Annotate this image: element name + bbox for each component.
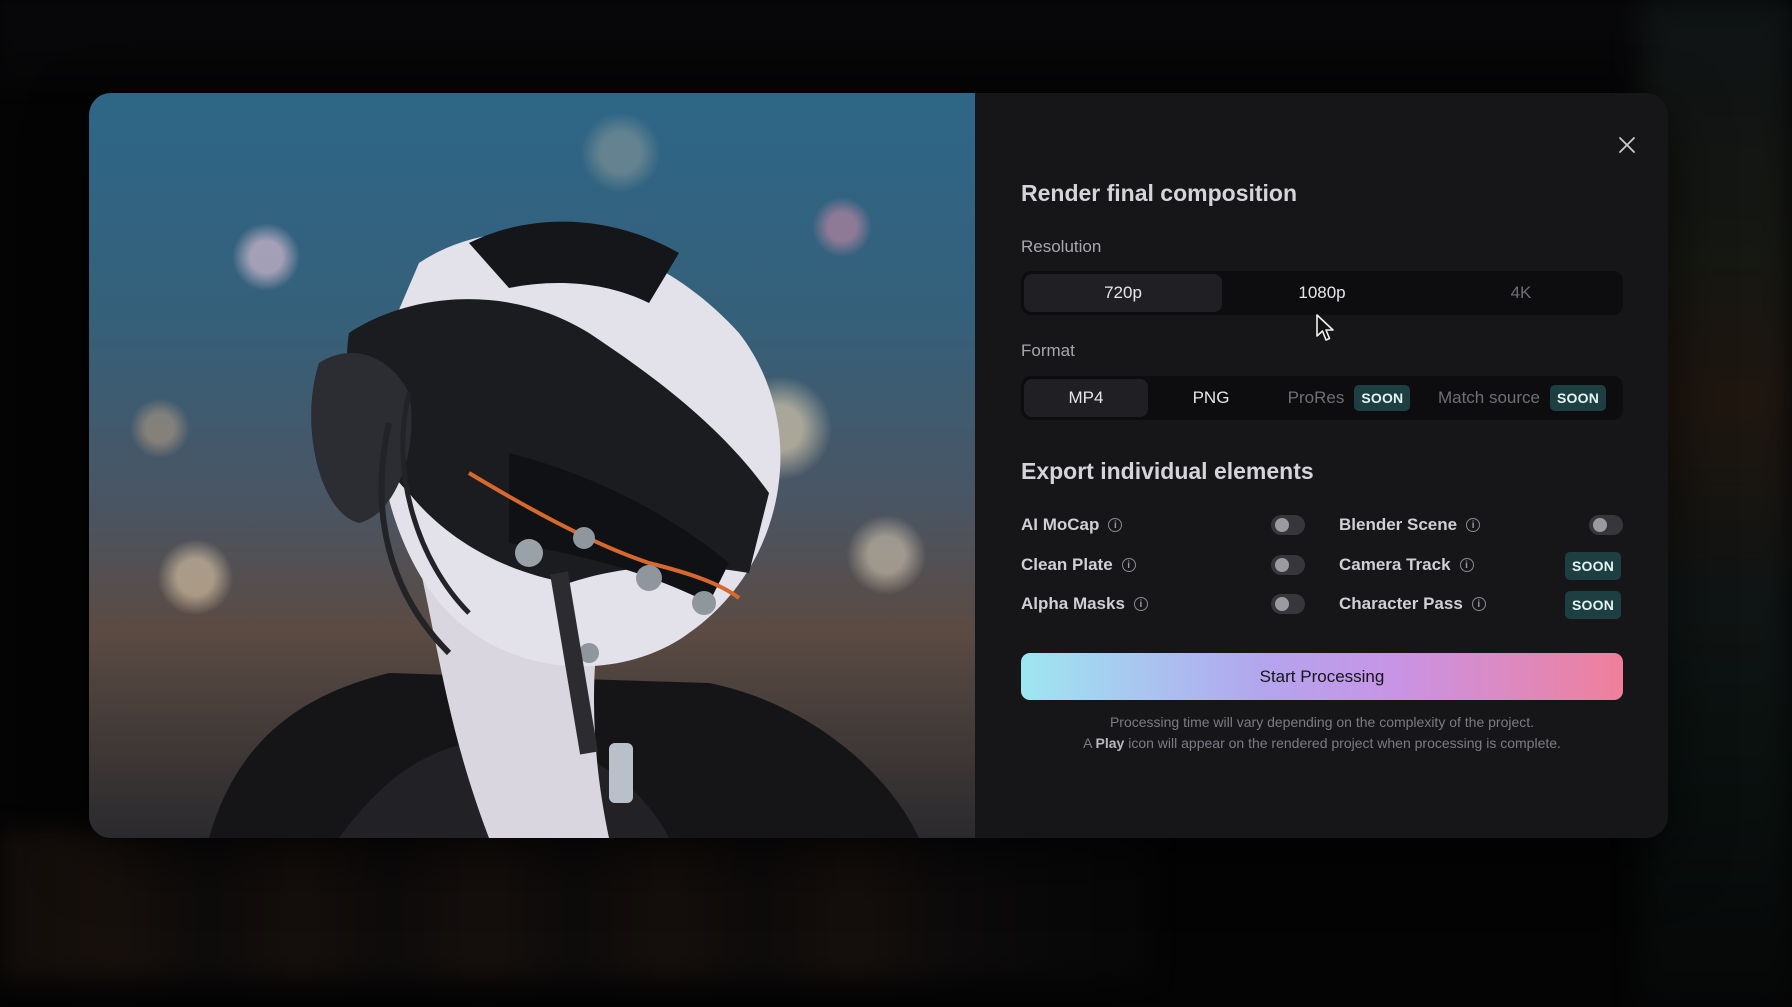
toggle-knob xyxy=(1275,597,1289,611)
note-suffix: icon will appear on the rendered project… xyxy=(1128,735,1561,751)
export-item-label: Blender Scene xyxy=(1339,515,1458,534)
start-processing-button[interactable]: Start Processing xyxy=(1021,653,1623,700)
format-option-prores-label: ProRes xyxy=(1287,388,1345,407)
mouse-pointer-icon xyxy=(1316,314,1334,341)
export-item-alpha-masks: Alpha Masks i xyxy=(1021,591,1148,617)
resolution-label: Resolution xyxy=(1021,237,1102,256)
export-item-label: Camera Track xyxy=(1339,555,1451,574)
clean-plate-toggle[interactable] xyxy=(1271,555,1305,575)
ai-mocap-toggle[interactable] xyxy=(1271,515,1305,535)
note-play-word: Play xyxy=(1095,735,1125,751)
info-icon[interactable]: i xyxy=(1471,597,1486,611)
processing-note-line-2: A Play icon will appear on the rendered … xyxy=(1021,735,1623,751)
export-item-label: Clean Plate xyxy=(1021,555,1113,574)
note-prefix: A xyxy=(1083,735,1092,751)
export-item-label: Character Pass xyxy=(1339,594,1463,613)
soon-badge: SOON xyxy=(1354,385,1411,411)
blender-scene-toggle[interactable] xyxy=(1589,515,1623,535)
close-icon xyxy=(1619,137,1635,153)
info-icon[interactable]: i xyxy=(1133,597,1148,611)
toggle-knob xyxy=(1275,558,1289,572)
export-item-clean-plate: Clean Plate i xyxy=(1021,552,1136,578)
soon-badge: SOON xyxy=(1550,385,1607,411)
soon-badge: SOON xyxy=(1565,591,1622,619)
format-option-png[interactable]: PNG xyxy=(1148,379,1274,417)
info-icon[interactable]: i xyxy=(1459,558,1474,572)
alpha-masks-toggle[interactable] xyxy=(1271,594,1305,614)
info-icon[interactable]: i xyxy=(1121,558,1136,572)
export-item-blender-scene: Blender Scene i xyxy=(1339,512,1481,538)
resolution-option-4k[interactable]: 4K xyxy=(1422,274,1620,312)
format-option-match-source-label: Match source xyxy=(1437,388,1540,407)
format-option-mp4[interactable]: MP4 xyxy=(1024,379,1148,417)
processing-note-line-1: Processing time will vary depending on t… xyxy=(1109,714,1535,730)
export-item-character-pass: Character Pass i xyxy=(1339,591,1486,617)
info-icon[interactable]: i xyxy=(1108,518,1123,532)
resolution-option-1080p[interactable]: 1080p xyxy=(1222,274,1422,312)
soon-badge: SOON xyxy=(1565,552,1622,580)
toggle-knob xyxy=(1275,518,1289,532)
export-section-title: Export individual elements xyxy=(1021,458,1314,484)
format-option-prores[interactable]: ProRes SOON xyxy=(1274,379,1424,417)
resolution-segmented-control: 720p 1080p 4K xyxy=(1021,271,1623,315)
preview-image xyxy=(209,221,919,838)
composition-preview xyxy=(89,93,975,838)
export-item-camera-track: Camera Track i xyxy=(1339,552,1474,578)
close-button[interactable] xyxy=(1615,133,1639,157)
export-item-label: Alpha Masks xyxy=(1021,594,1125,613)
format-segmented-control: MP4 PNG ProRes SOON Match source SOON xyxy=(1021,376,1623,420)
info-icon[interactable]: i xyxy=(1466,518,1481,532)
export-item-label: AI MoCap xyxy=(1021,515,1100,534)
export-item-ai-mocap: AI MoCap i xyxy=(1021,512,1123,538)
resolution-option-720p[interactable]: 720p xyxy=(1024,274,1222,312)
format-option-match-source[interactable]: Match source SOON xyxy=(1424,379,1620,417)
toggle-knob xyxy=(1593,518,1607,532)
dialog-title: Render final composition xyxy=(1021,180,1298,206)
format-label: Format xyxy=(1021,341,1075,360)
